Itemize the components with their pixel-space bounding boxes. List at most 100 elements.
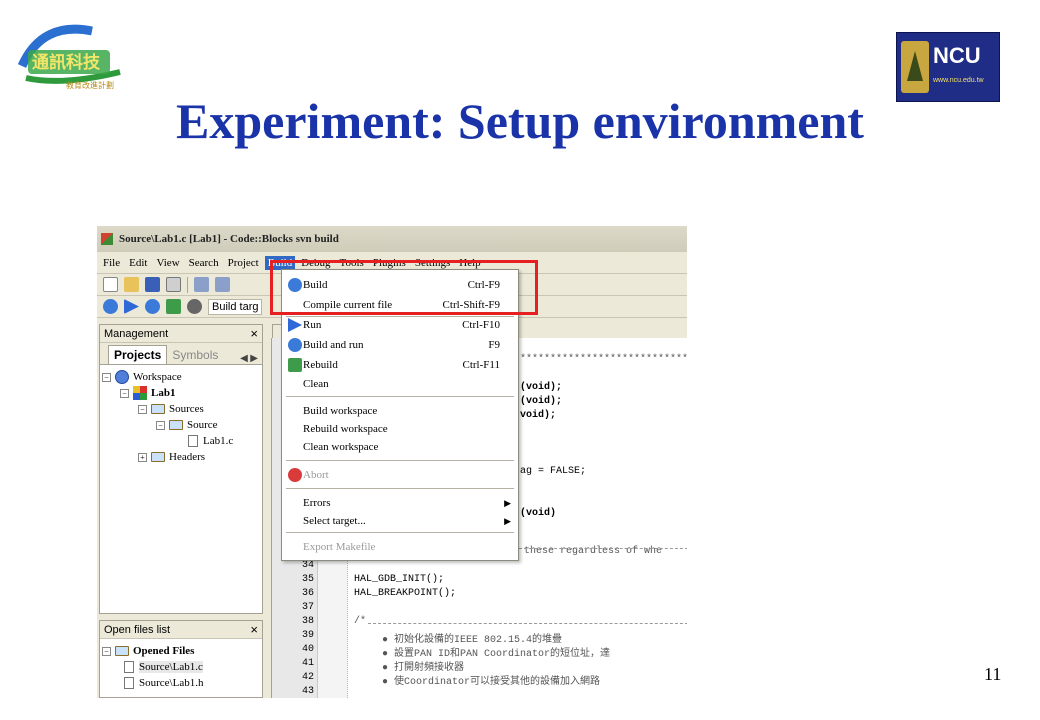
code-void-1: (void); [520, 382, 563, 393]
folder-closed-icon [151, 452, 165, 462]
management-tabs: Projects Symbols ◀ ▶ [100, 343, 262, 365]
left-logo-text: 通訊科技 [32, 52, 101, 73]
ncu-logo-text: NCU [933, 43, 995, 69]
code-flag: ag = FALSE; [520, 466, 587, 477]
menu-item-shortcut: F9 [488, 339, 500, 351]
menu-project[interactable]: Project [228, 257, 259, 269]
code-breakpoint: HAL_BREAKPOINT(); [354, 588, 457, 599]
line-number: 37 [301, 602, 314, 613]
folder-open-icon [169, 420, 183, 430]
print-icon[interactable] [166, 277, 181, 292]
tab-symbols[interactable]: Symbols [167, 346, 224, 364]
collapse-icon[interactable]: − [102, 372, 111, 382]
highlight-box [270, 260, 538, 315]
tree-workspace-label: Workspace [133, 371, 182, 383]
tab-projects[interactable]: Projects [108, 345, 168, 364]
tree-sources-label: Sources [169, 403, 204, 415]
code-stars: ********************************** [520, 354, 687, 365]
window-title: Source\Lab1.c [Lab1] - Code::Blocks svn … [119, 233, 339, 245]
menu-separator [286, 396, 514, 397]
collapse-icon[interactable]: − [102, 646, 111, 656]
open-folder-icon[interactable] [124, 277, 139, 292]
menu-view[interactable]: View [156, 257, 179, 269]
rebuild-icon[interactable] [166, 299, 181, 314]
collapse-icon[interactable]: − [156, 420, 165, 430]
open-files-close-button[interactable]: × [250, 622, 258, 637]
comment-bullet: ● 使Coordinator可以接受其他的設備加入網路 [382, 677, 601, 688]
open-file-item[interactable]: Source\Lab1.c [102, 659, 260, 675]
new-file-icon[interactable] [103, 277, 118, 292]
menu-item-label: Select target... [303, 515, 366, 527]
redo-icon[interactable] [215, 277, 230, 292]
build-target-label[interactable]: Build targ [208, 298, 263, 315]
ncu-seal-icon [901, 41, 929, 93]
menu-separator [286, 488, 514, 489]
open-files-group[interactable]: − Opened Files [102, 643, 260, 659]
menu-item-label: Build workspace [303, 405, 378, 417]
menu-item-rebuild-workspace[interactable]: Rebuild workspace [282, 420, 518, 438]
comment-bullet: ● 初始化設備的IEEE 802.15.4的堆疊 [382, 635, 563, 646]
menu-item-clean-workspace[interactable]: Clean workspace [282, 438, 518, 456]
menu-item-run[interactable]: Run Ctrl-F10 [282, 316, 518, 334]
submenu-arrow-icon: ▶ [504, 515, 511, 526]
folder-open-icon [151, 404, 165, 414]
undo-icon[interactable] [194, 277, 209, 292]
menu-item-build-workspace[interactable]: Build workspace [282, 402, 518, 420]
expand-icon[interactable]: + [138, 452, 147, 462]
menu-search[interactable]: Search [189, 257, 219, 269]
tab-scroll-arrows-icon[interactable]: ◀ ▶ [240, 353, 258, 364]
tree-headers[interactable]: + Headers [102, 449, 260, 465]
menu-item-errors[interactable]: Errors ▶ [282, 494, 518, 512]
menu-item-label: Rebuild [303, 359, 338, 371]
menu-item-label: Clean workspace [303, 441, 379, 453]
tree-workspace[interactable]: − Workspace [102, 369, 260, 385]
collapse-icon[interactable]: − [120, 388, 129, 398]
file-icon [124, 661, 134, 673]
menu-item-label: Abort [303, 469, 329, 481]
window-titlebar: Source\Lab1.c [Lab1] - Code::Blocks svn … [97, 226, 687, 252]
comment-bullet: ● 打開射頻接收器 [382, 663, 465, 674]
tree-project[interactable]: − Lab1 [102, 385, 260, 401]
run-icon[interactable] [124, 299, 139, 314]
menu-item-abort[interactable]: Abort [282, 466, 518, 484]
build-gear-icon[interactable] [103, 299, 118, 314]
comment-bullet-text: 使Coordinator可以接受其他的設備加入網路 [394, 677, 601, 688]
build-and-run-icon[interactable] [145, 299, 160, 314]
abort-icon[interactable] [187, 299, 202, 314]
line-number: 40 [301, 644, 314, 655]
line-number: 38 [301, 616, 314, 627]
code-void-2: (void); [520, 396, 563, 407]
project-icon [133, 386, 147, 400]
menu-item-clean[interactable]: Clean [282, 375, 518, 393]
open-file-item[interactable]: Source\Lab1.h [102, 675, 260, 691]
menu-item-rebuild[interactable]: Rebuild Ctrl-F11 [282, 356, 518, 374]
project-tree: − Workspace − Lab1 − Sources − Source La… [100, 365, 262, 469]
menu-item-label: Rebuild workspace [303, 423, 388, 435]
left-logo-graphic: 通訊科技 教育改進計劃 [17, 24, 121, 90]
menu-item-export-makefile[interactable]: Export Makefile [282, 538, 518, 556]
tree-sources[interactable]: − Sources [102, 401, 260, 417]
menu-file[interactable]: File [103, 257, 120, 269]
toolbar-separator [187, 276, 188, 293]
run-icon [288, 318, 302, 332]
save-icon[interactable] [145, 277, 160, 292]
open-files-tree: − Opened Files Source\Lab1.c Source\Lab1… [100, 639, 262, 695]
menu-item-select-target[interactable]: Select target... ▶ [282, 512, 518, 530]
tree-source[interactable]: − Source [102, 417, 260, 433]
comment-rule [368, 623, 687, 624]
open-files-group-label: Opened Files [133, 645, 195, 657]
management-header: Management × [100, 325, 262, 343]
tree-file[interactable]: Lab1.c [102, 433, 260, 449]
collapse-icon[interactable]: − [138, 404, 147, 414]
comment-bullet: ● 設置PAN ID和PAN Coordinator的短位址，達 [382, 649, 611, 660]
left-logo: 通訊科技 教育改進計劃 [12, 16, 132, 96]
menu-item-build-and-run[interactable]: Build and run F9 [282, 336, 518, 354]
menu-separator [286, 532, 514, 533]
menu-edit[interactable]: Edit [129, 257, 147, 269]
page-number: 11 [984, 664, 1002, 684]
left-logo-subtext: 教育改進計劃 [66, 80, 114, 90]
file-icon [188, 435, 198, 447]
menu-separator [286, 460, 514, 461]
ncu-logo-url: www.ncu.edu.tw [933, 77, 984, 84]
management-close-button[interactable]: × [250, 326, 258, 341]
